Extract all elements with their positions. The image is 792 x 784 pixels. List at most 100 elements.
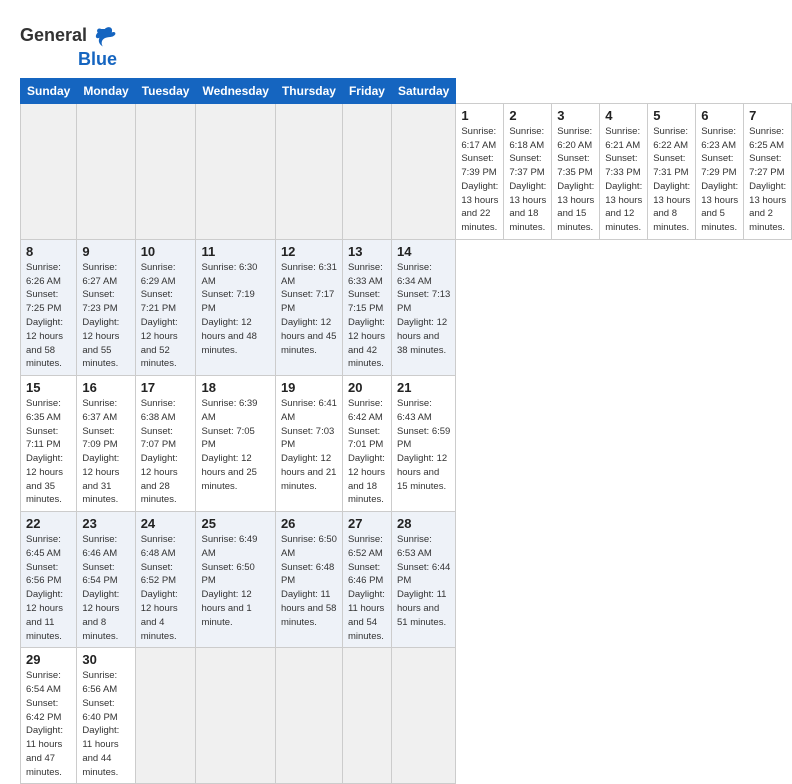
day-number: 14 xyxy=(397,244,450,259)
day-info: Sunrise: 6:42 AMSunset: 7:01 PMDaylight:… xyxy=(348,397,386,507)
day-info: Sunrise: 6:53 AMSunset: 6:44 PMDaylight:… xyxy=(397,533,450,629)
weekday-header-tuesday: Tuesday xyxy=(135,78,196,103)
day-info: Sunrise: 6:26 AMSunset: 7:25 PMDaylight:… xyxy=(26,261,71,371)
day-number: 30 xyxy=(82,652,129,667)
page-header: General Blue xyxy=(20,18,772,70)
day-number: 5 xyxy=(653,108,690,123)
day-number: 12 xyxy=(281,244,337,259)
weekday-header-friday: Friday xyxy=(342,78,391,103)
day-info: Sunrise: 6:54 AMSunset: 6:42 PMDaylight:… xyxy=(26,669,71,779)
day-number: 13 xyxy=(348,244,386,259)
calendar-cell: 3 Sunrise: 6:20 AMSunset: 7:35 PMDaylight… xyxy=(552,103,600,239)
calendar-week-row: 22 Sunrise: 6:45 AMSunset: 6:56 PMDayligh… xyxy=(21,512,792,648)
calendar-cell: 6 Sunrise: 6:23 AMSunset: 7:29 PMDaylight… xyxy=(696,103,744,239)
calendar-cell: 9 Sunrise: 6:27 AMSunset: 7:23 PMDaylight… xyxy=(77,239,135,375)
weekday-header-thursday: Thursday xyxy=(275,78,342,103)
calendar-week-row: 8 Sunrise: 6:26 AMSunset: 7:25 PMDaylight… xyxy=(21,239,792,375)
day-info: Sunrise: 6:31 AMSunset: 7:17 PMDaylight:… xyxy=(281,261,337,357)
day-info: Sunrise: 6:45 AMSunset: 6:56 PMDaylight:… xyxy=(26,533,71,643)
calendar-cell: 23Sunrise: 6:46 AMSunset: 6:54 PMDayligh… xyxy=(77,512,135,648)
calendar-cell: 11 Sunrise: 6:30 AMSunset: 7:19 PMDayligh… xyxy=(196,239,275,375)
calendar-cell: 8 Sunrise: 6:26 AMSunset: 7:25 PMDaylight… xyxy=(21,239,77,375)
calendar-cell: 10Sunrise: 6:29 AMSunset: 7:21 PMDayligh… xyxy=(135,239,196,375)
calendar-cell: 27Sunrise: 6:52 AMSunset: 6:46 PMDayligh… xyxy=(342,512,391,648)
day-info: Sunrise: 6:50 AMSunset: 6:48 PMDaylight:… xyxy=(281,533,337,629)
day-number: 8 xyxy=(26,244,71,259)
calendar-cell: 12 Sunrise: 6:31 AMSunset: 7:17 PMDayligh… xyxy=(275,239,342,375)
calendar-cell: 1Sunrise: 6:17 AMSunset: 7:39 PMDaylight… xyxy=(456,103,504,239)
day-number: 9 xyxy=(82,244,129,259)
day-info: Sunrise: 6:30 AMSunset: 7:19 PMDaylight:… xyxy=(201,261,269,357)
calendar-cell xyxy=(135,103,196,239)
day-info: Sunrise: 6:20 AMSunset: 7:35 PMDaylight:… xyxy=(557,125,594,235)
weekday-header-saturday: Saturday xyxy=(391,78,455,103)
calendar-table: SundayMondayTuesdayWednesdayThursdayFrid… xyxy=(20,78,792,784)
day-info: Sunrise: 6:34 AMSunset: 7:13 PMDaylight:… xyxy=(397,261,450,357)
day-info: Sunrise: 6:49 AMSunset: 6:50 PMDaylight:… xyxy=(201,533,269,629)
day-number: 22 xyxy=(26,516,71,531)
calendar-week-row: 29 Sunrise: 6:54 AMSunset: 6:42 PMDayligh… xyxy=(21,648,792,784)
day-info: Sunrise: 6:21 AMSunset: 7:33 PMDaylight:… xyxy=(605,125,642,235)
calendar-cell xyxy=(275,103,342,239)
calendar-cell: 16 Sunrise: 6:37 AMSunset: 7:09 PMDayligh… xyxy=(77,376,135,512)
day-number: 19 xyxy=(281,380,337,395)
calendar-cell xyxy=(135,648,196,784)
day-info: Sunrise: 6:27 AMSunset: 7:23 PMDaylight:… xyxy=(82,261,129,371)
day-info: Sunrise: 6:37 AMSunset: 7:09 PMDaylight:… xyxy=(82,397,129,507)
day-info: Sunrise: 6:41 AMSunset: 7:03 PMDaylight:… xyxy=(281,397,337,493)
day-info: Sunrise: 6:17 AMSunset: 7:39 PMDaylight:… xyxy=(461,125,498,235)
calendar-cell: 18Sunrise: 6:39 AMSunset: 7:05 PMDayligh… xyxy=(196,376,275,512)
day-info: Sunrise: 6:25 AMSunset: 7:27 PMDaylight:… xyxy=(749,125,786,235)
day-number: 21 xyxy=(397,380,450,395)
day-number: 6 xyxy=(701,108,738,123)
day-info: Sunrise: 6:48 AMSunset: 6:52 PMDaylight:… xyxy=(141,533,191,643)
weekday-header-sunday: Sunday xyxy=(21,78,77,103)
day-info: Sunrise: 6:33 AMSunset: 7:15 PMDaylight:… xyxy=(348,261,386,371)
calendar-cell: 15 Sunrise: 6:35 AMSunset: 7:11 PMDayligh… xyxy=(21,376,77,512)
logo: General Blue xyxy=(20,22,117,70)
calendar-cell: 24Sunrise: 6:48 AMSunset: 6:52 PMDayligh… xyxy=(135,512,196,648)
day-info: Sunrise: 6:56 AMSunset: 6:40 PMDaylight:… xyxy=(82,669,129,779)
calendar-cell xyxy=(342,648,391,784)
day-number: 29 xyxy=(26,652,71,667)
day-number: 4 xyxy=(605,108,642,123)
calendar-cell: 7 Sunrise: 6:25 AMSunset: 7:27 PMDaylight… xyxy=(744,103,792,239)
day-info: Sunrise: 6:35 AMSunset: 7:11 PMDaylight:… xyxy=(26,397,71,507)
day-number: 7 xyxy=(749,108,786,123)
calendar-cell xyxy=(196,648,275,784)
calendar-cell: 28Sunrise: 6:53 AMSunset: 6:44 PMDayligh… xyxy=(391,512,455,648)
calendar-cell: 26Sunrise: 6:50 AMSunset: 6:48 PMDayligh… xyxy=(275,512,342,648)
weekday-header-row: SundayMondayTuesdayWednesdayThursdayFrid… xyxy=(21,78,792,103)
calendar-cell: 21 Sunrise: 6:43 AMSunset: 6:59 PMDayligh… xyxy=(391,376,455,512)
calendar-cell xyxy=(21,103,77,239)
day-number: 11 xyxy=(201,244,269,259)
day-info: Sunrise: 6:39 AMSunset: 7:05 PMDaylight:… xyxy=(201,397,269,493)
calendar-cell: 4 Sunrise: 6:21 AMSunset: 7:33 PMDaylight… xyxy=(600,103,648,239)
weekday-header-monday: Monday xyxy=(77,78,135,103)
calendar-cell: 13 Sunrise: 6:33 AMSunset: 7:15 PMDayligh… xyxy=(342,239,391,375)
logo-general: General xyxy=(20,26,87,46)
calendar-week-row: 15 Sunrise: 6:35 AMSunset: 7:11 PMDayligh… xyxy=(21,376,792,512)
calendar-cell: 5 Sunrise: 6:22 AMSunset: 7:31 PMDaylight… xyxy=(648,103,696,239)
day-number: 20 xyxy=(348,380,386,395)
day-number: 27 xyxy=(348,516,386,531)
day-info: Sunrise: 6:46 AMSunset: 6:54 PMDaylight:… xyxy=(82,533,129,643)
day-info: Sunrise: 6:22 AMSunset: 7:31 PMDaylight:… xyxy=(653,125,690,235)
day-number: 3 xyxy=(557,108,594,123)
calendar-cell xyxy=(196,103,275,239)
logo-bird-icon xyxy=(89,22,117,50)
calendar-cell: 29 Sunrise: 6:54 AMSunset: 6:42 PMDayligh… xyxy=(21,648,77,784)
calendar-week-row: 1Sunrise: 6:17 AMSunset: 7:39 PMDaylight… xyxy=(21,103,792,239)
day-number: 16 xyxy=(82,380,129,395)
day-number: 15 xyxy=(26,380,71,395)
day-info: Sunrise: 6:23 AMSunset: 7:29 PMDaylight:… xyxy=(701,125,738,235)
calendar-cell xyxy=(391,103,455,239)
day-info: Sunrise: 6:43 AMSunset: 6:59 PMDaylight:… xyxy=(397,397,450,493)
calendar-cell xyxy=(77,103,135,239)
calendar-cell xyxy=(275,648,342,784)
calendar-cell: 2Sunrise: 6:18 AMSunset: 7:37 PMDaylight… xyxy=(504,103,552,239)
logo-blue: Blue xyxy=(78,50,117,70)
calendar-cell: 19 Sunrise: 6:41 AMSunset: 7:03 PMDayligh… xyxy=(275,376,342,512)
day-info: Sunrise: 6:29 AMSunset: 7:21 PMDaylight:… xyxy=(141,261,191,371)
day-number: 25 xyxy=(201,516,269,531)
